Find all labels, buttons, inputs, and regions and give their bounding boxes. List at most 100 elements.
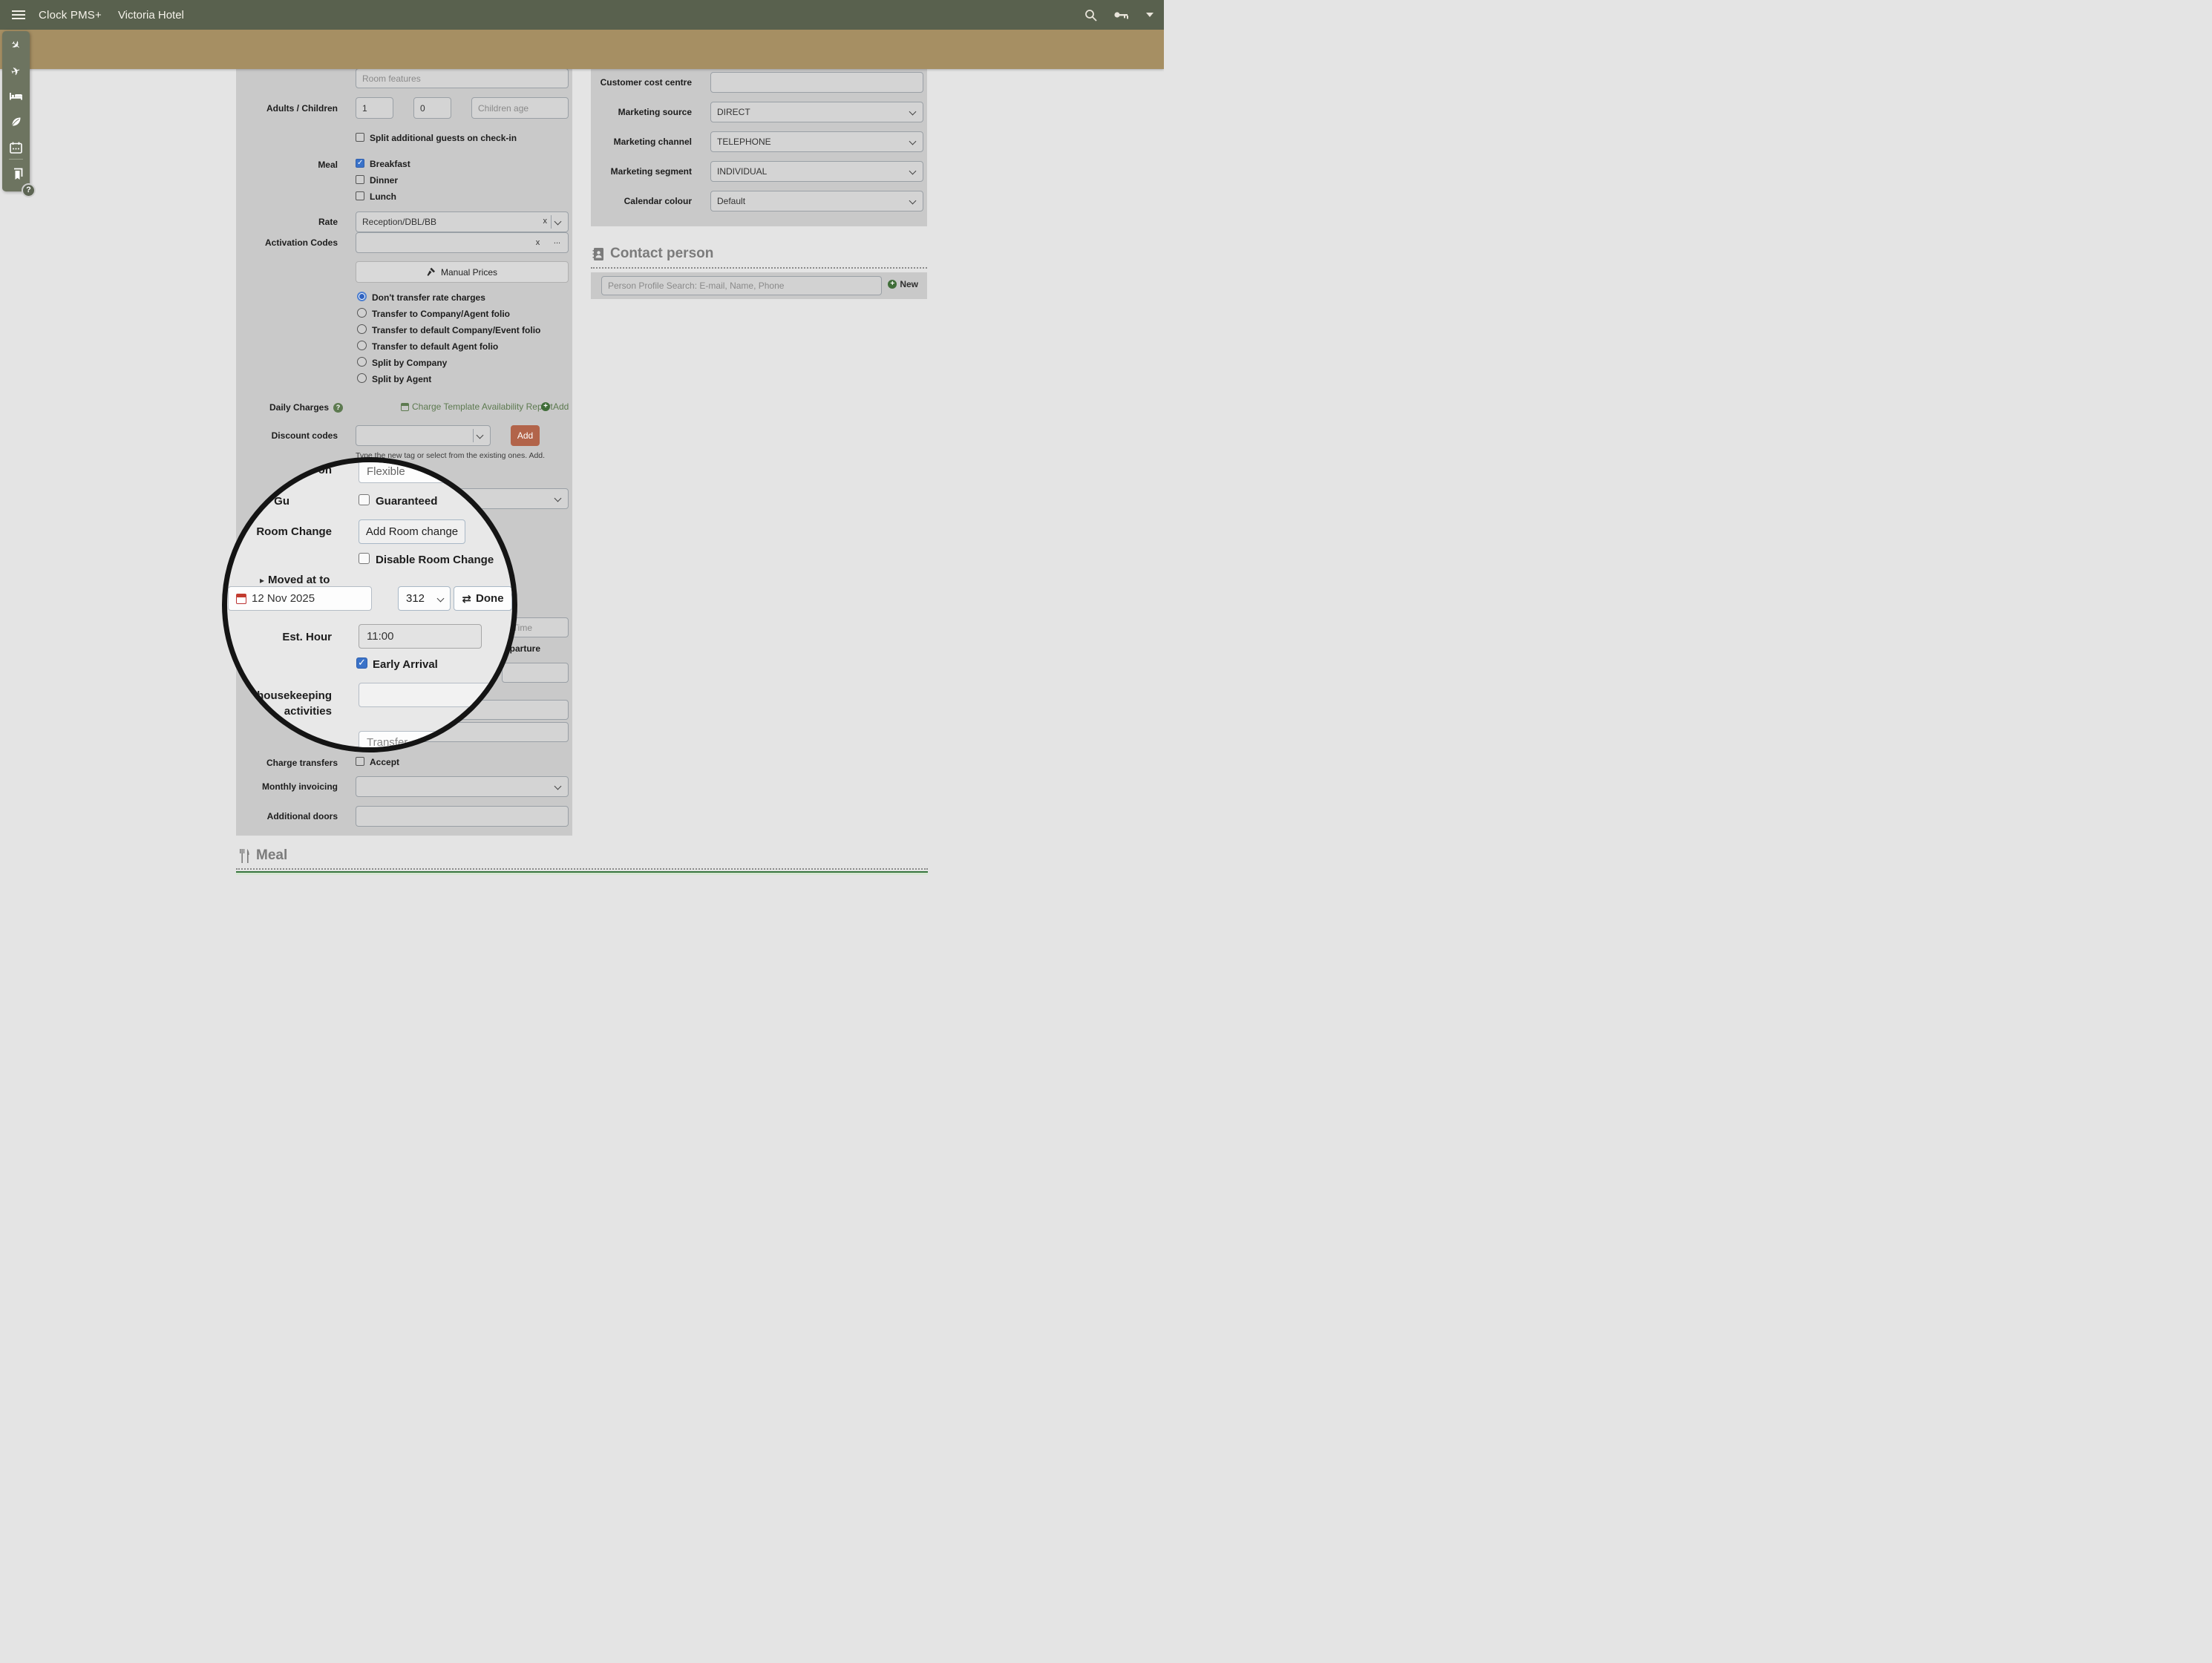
marketing-source-label: Marketing source <box>591 107 692 117</box>
contact-new-button[interactable]: New <box>888 279 918 289</box>
calendar-icon[interactable] <box>2 142 30 154</box>
est-hour-input[interactable] <box>359 624 482 649</box>
activation-codes-input[interactable] <box>356 232 530 253</box>
meal-breakfast-label: Breakfast <box>370 159 410 169</box>
marketing-segment-label: Marketing segment <box>591 166 692 177</box>
folio-radio-label: Split by Company <box>372 358 447 368</box>
hotel-name[interactable]: Victoria Hotel <box>118 9 184 22</box>
meal-dinner-checkbox[interactable] <box>356 175 364 184</box>
daily-charges-add-link[interactable]: Add <box>541 401 569 412</box>
book-icon[interactable] <box>2 168 30 180</box>
marketing-channel-value: TELEPHONE <box>717 137 771 147</box>
flexible-input[interactable] <box>359 460 486 483</box>
disable-room-change-checkbox[interactable] <box>359 553 370 564</box>
discount-codes-label: Discount codes <box>236 430 338 441</box>
contact-divider <box>591 267 927 269</box>
discount-add-button[interactable]: Add <box>511 425 540 446</box>
key-icon[interactable] <box>1113 9 1130 21</box>
rate-caret-icon[interactable] <box>554 218 562 226</box>
moved-date-input[interactable]: 12 Nov 2025 <box>228 586 372 611</box>
marketing-channel-caret-icon <box>909 138 917 145</box>
manual-prices-label: Manual Prices <box>441 267 497 278</box>
early-arrival-label: Early Arrival <box>373 658 438 671</box>
folio-radio-company-agent[interactable] <box>357 308 367 318</box>
meal-dinner-label: Dinner <box>370 175 398 186</box>
marketing-channel-select[interactable]: TELEPHONE <box>710 131 923 152</box>
plane-arrival-icon[interactable]: ✈ <box>2 39 30 53</box>
moved-room-select[interactable]: 312 <box>398 586 451 611</box>
folio-radio-label: Transfer to Company/Agent folio <box>372 309 510 319</box>
housekeeping-activities-input[interactable] <box>359 683 496 707</box>
plane-departure-icon[interactable]: ✈ <box>2 65 30 79</box>
daily-charges-help-icon[interactable] <box>333 403 343 413</box>
person-profile-search-input[interactable] <box>601 276 882 295</box>
search-icon[interactable] <box>1084 9 1097 22</box>
menu-icon[interactable] <box>12 8 25 22</box>
children-age-input[interactable] <box>471 97 569 119</box>
marketing-segment-caret-icon <box>909 168 917 175</box>
marketing-source-value: DIRECT <box>717 107 750 117</box>
adults-input[interactable] <box>356 97 393 119</box>
rate-clear-button[interactable]: x <box>543 217 548 226</box>
room-features-input[interactable] <box>356 68 569 88</box>
add-room-change-button[interactable]: Add Room change <box>359 519 465 544</box>
activation-codes-label: Activation Codes <box>236 237 338 248</box>
chevron-down-icon[interactable] <box>1146 13 1154 17</box>
guaranteed-checkbox[interactable] <box>359 494 370 505</box>
discount-caret-icon[interactable] <box>477 432 484 439</box>
activation-codes-clear-button[interactable]: x <box>529 232 547 253</box>
folio-radio-dont-transfer[interactable] <box>357 292 367 301</box>
leaf-icon[interactable] <box>2 116 30 128</box>
help-badge-icon[interactable] <box>22 183 36 197</box>
calendar-colour-select[interactable]: Default <box>710 191 923 211</box>
early-arrival-checkbox[interactable] <box>356 657 367 669</box>
daily-charges-label: Daily Charges <box>269 402 329 413</box>
moved-at-to-toggle[interactable]: Moved at to <box>260 574 330 586</box>
done-button[interactable]: Done <box>454 586 512 611</box>
activation-codes-more-button[interactable]: ... <box>546 232 569 253</box>
meal-divider <box>236 868 928 870</box>
meal-breakfast-checkbox[interactable] <box>356 159 364 168</box>
room-select-caret-icon <box>437 595 445 603</box>
calendar-colour-caret-icon <box>909 197 917 205</box>
children-input[interactable] <box>413 97 451 119</box>
folio-radio-split-company[interactable] <box>357 357 367 367</box>
guarantee-caret-icon[interactable] <box>554 495 562 502</box>
meal-lunch-checkbox[interactable] <box>356 191 364 200</box>
folio-radio-label: Transfer to default Company/Event folio <box>372 325 540 335</box>
adults-children-label: Adults / Children <box>236 103 338 114</box>
background-input[interactable] <box>502 663 569 683</box>
housekeeping-label-line1: housekeeping <box>242 689 332 702</box>
split-guests-checkbox[interactable] <box>356 133 364 142</box>
swap-arrows-icon <box>462 592 471 606</box>
room-change-label: Room Change <box>227 525 332 538</box>
label-fragment: on <box>272 464 332 476</box>
folio-radio-default-agent[interactable] <box>357 341 367 350</box>
marketing-segment-select[interactable]: INDIVIDUAL <box>710 161 923 182</box>
date-calendar-icon <box>236 594 246 604</box>
folio-radio-split-agent[interactable] <box>357 373 367 383</box>
rate-value: Reception/DBL/BB <box>362 217 436 227</box>
additional-doors-input[interactable] <box>356 806 569 827</box>
folio-radio-default-company-event[interactable] <box>357 324 367 334</box>
next-section-strip <box>236 871 928 875</box>
bed-icon[interactable] <box>2 91 30 100</box>
calendar-colour-value: Default <box>717 196 745 206</box>
folio-radio-label: Don't transfer rate charges <box>372 292 485 303</box>
left-icon-rail: ✈ ✈ <box>2 31 30 191</box>
customer-cost-centre-input[interactable] <box>710 72 923 93</box>
marketing-source-select[interactable]: DIRECT <box>710 102 923 122</box>
charge-transfers-accept-checkbox[interactable] <box>356 757 364 766</box>
discount-codes-select[interactable] <box>356 425 491 446</box>
rail-divider <box>9 159 23 160</box>
rate-select[interactable]: Reception/DBL/BB x <box>356 211 569 232</box>
disable-room-change-label: Disable Room Change <box>376 554 494 566</box>
plus-circle-icon <box>541 402 550 411</box>
plus-circle-icon <box>888 280 897 289</box>
charge-template-report-link[interactable]: Charge Template Availability Report <box>401 401 553 412</box>
moved-room-value: 312 <box>406 592 425 605</box>
folio-radio-label: Split by Agent <box>372 374 431 384</box>
manual-prices-button[interactable]: Manual Prices <box>356 261 569 283</box>
monthly-invoicing-select[interactable] <box>356 776 569 797</box>
monthly-invoicing-caret-icon[interactable] <box>554 783 562 790</box>
